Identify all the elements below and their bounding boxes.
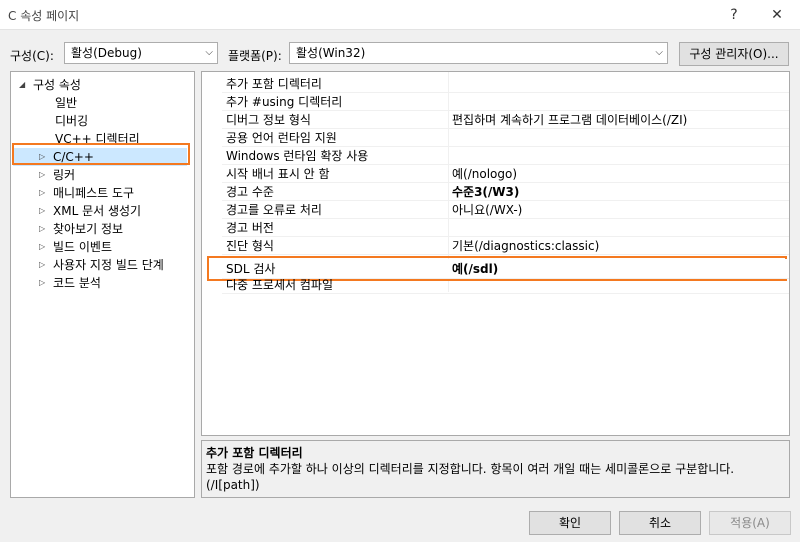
property-value: 예(/nologo) bbox=[452, 167, 518, 181]
platform-label: 플랫폼(P): bbox=[228, 49, 282, 63]
property-name: 공용 언어 런타임 지원 bbox=[226, 131, 337, 145]
property-name: SDL 검사 bbox=[226, 262, 276, 276]
property-value: 예(/sdl) bbox=[452, 262, 499, 276]
platform-select[interactable]: 활성(Win32) ⌵ bbox=[289, 42, 668, 64]
property-row[interactable]: 디버그 정보 형식 편집하며 계속하기 프로그램 데이터베이스(/ZI) bbox=[222, 111, 789, 129]
window-title: C 속성 페이지 bbox=[8, 9, 80, 23]
tree-item-build-events[interactable]: ▷ 빌드 이벤트 bbox=[39, 238, 112, 256]
tree-item-cpp[interactable]: ▷ C/C++ bbox=[13, 148, 187, 166]
property-row[interactable]: 시작 배너 표시 안 함 예(/nologo) bbox=[222, 165, 789, 183]
description-title: 추가 포함 디렉터리 bbox=[206, 446, 303, 460]
tree-item-custom-build[interactable]: ▷ 사용자 지정 빌드 단계 bbox=[39, 256, 164, 274]
expand-triangle-icon[interactable]: ▷ bbox=[39, 238, 53, 256]
property-row[interactable]: 추가 포함 디렉터리 bbox=[222, 75, 789, 93]
tree-item-vc-directories[interactable]: VC++ 디렉터리 bbox=[55, 130, 140, 148]
expand-triangle-icon[interactable]: ▷ bbox=[39, 274, 53, 292]
tree-item-linker[interactable]: ▷ 링커 bbox=[39, 166, 75, 184]
property-name: 추가 포함 디렉터리 bbox=[226, 77, 322, 91]
property-name: Windows 런타임 확장 사용 bbox=[226, 149, 369, 163]
property-value: 편집하며 계속하기 프로그램 데이터베이스(/ZI) bbox=[452, 113, 688, 127]
property-name: 진단 형식 bbox=[226, 239, 274, 253]
config-label: 구성(C): bbox=[10, 49, 54, 63]
cancel-button[interactable]: 취소 bbox=[619, 511, 701, 535]
expand-triangle-icon[interactable]: ▷ bbox=[39, 166, 53, 184]
property-row-sdl[interactable]: SDL 검사 예(/sdl) bbox=[222, 259, 789, 279]
property-name: 시작 배너 표시 안 함 bbox=[226, 167, 330, 181]
ok-button[interactable]: 확인 bbox=[529, 511, 611, 535]
grid-gutter bbox=[202, 72, 222, 435]
chevron-down-icon: ⌵ bbox=[205, 47, 213, 58]
expand-triangle-icon[interactable]: ▷ bbox=[39, 256, 53, 274]
property-row[interactable]: 추가 #using 디렉터리 bbox=[222, 93, 789, 111]
config-select-value: 활성(Debug) bbox=[71, 46, 142, 60]
help-button[interactable]: ? bbox=[720, 4, 748, 26]
tree-item-code-analysis[interactable]: ▷ 코드 분석 bbox=[39, 274, 101, 292]
property-row[interactable]: 경고 버전 bbox=[222, 219, 789, 237]
property-row[interactable]: 경고를 오류로 처리 아니요(/WX-) bbox=[222, 201, 789, 219]
tree-item-manifest-tool[interactable]: ▷ 매니페스트 도구 bbox=[39, 184, 134, 202]
tree-item-general[interactable]: 일반 bbox=[55, 94, 77, 112]
property-row[interactable]: Windows 런타임 확장 사용 bbox=[222, 147, 789, 165]
close-button[interactable]: ✕ bbox=[763, 4, 791, 26]
tree-item-xml-doc[interactable]: ▷ XML 문서 생성기 bbox=[39, 202, 141, 220]
expand-triangle-icon[interactable]: ▷ bbox=[39, 202, 53, 220]
tree-root[interactable]: ◢ 구성 속성 bbox=[19, 76, 81, 94]
chevron-down-icon: ⌵ bbox=[655, 47, 663, 58]
expand-triangle-icon[interactable]: ▷ bbox=[39, 148, 53, 166]
tree-item-browse-info[interactable]: ▷ 찾아보기 정보 bbox=[39, 220, 123, 238]
property-row[interactable]: 공용 언어 런타임 지원 bbox=[222, 129, 789, 147]
tree-item-debugging[interactable]: 디버깅 bbox=[55, 112, 88, 130]
property-name: 경고 수준 bbox=[226, 185, 274, 199]
property-grid[interactable]: 추가 포함 디렉터리 추가 #using 디렉터리 디버그 정보 형식 편집하며… bbox=[201, 71, 790, 436]
property-tree[interactable]: ◢ 구성 속성 일반 디버깅 VC++ 디렉터리 ▷ C/C++ ▷ 링커 ▷ 매니페스… bbox=[10, 71, 195, 498]
property-row[interactable]: 경고 수준 수준3(/W3) bbox=[222, 183, 789, 201]
apply-button[interactable]: 적용(A) bbox=[709, 511, 791, 535]
collapse-triangle-icon[interactable]: ◢ bbox=[19, 76, 33, 94]
property-value: 기본(/diagnostics:classic) bbox=[452, 239, 600, 253]
property-value: 수준3(/W3) bbox=[452, 185, 520, 199]
description-panel: 추가 포함 디렉터리 포함 경로에 추가할 하나 이상의 디렉터리를 지정합니다… bbox=[201, 440, 790, 498]
property-name: 추가 #using 디렉터리 bbox=[226, 95, 343, 109]
description-text: 포함 경로에 추가할 하나 이상의 디렉터리를 지정합니다. 항목이 여러 개일… bbox=[206, 462, 735, 492]
property-value: 아니요(/WX-) bbox=[452, 203, 523, 217]
expand-triangle-icon[interactable]: ▷ bbox=[39, 184, 53, 202]
platform-select-value: 활성(Win32) bbox=[296, 46, 366, 60]
expand-triangle-icon[interactable]: ▷ bbox=[39, 220, 53, 238]
property-name: 경고 버전 bbox=[226, 221, 274, 235]
property-name: 디버그 정보 형식 bbox=[226, 113, 311, 127]
title-bar: C 속성 페이지 ? ✕ bbox=[0, 0, 800, 30]
config-manager-button[interactable]: 구성 관리자(O)... bbox=[679, 42, 789, 66]
property-row[interactable]: 진단 형식 기본(/diagnostics:classic) bbox=[222, 237, 789, 255]
config-select[interactable]: 활성(Debug) ⌵ bbox=[64, 42, 218, 64]
property-name: 경고를 오류로 처리 bbox=[226, 203, 322, 217]
